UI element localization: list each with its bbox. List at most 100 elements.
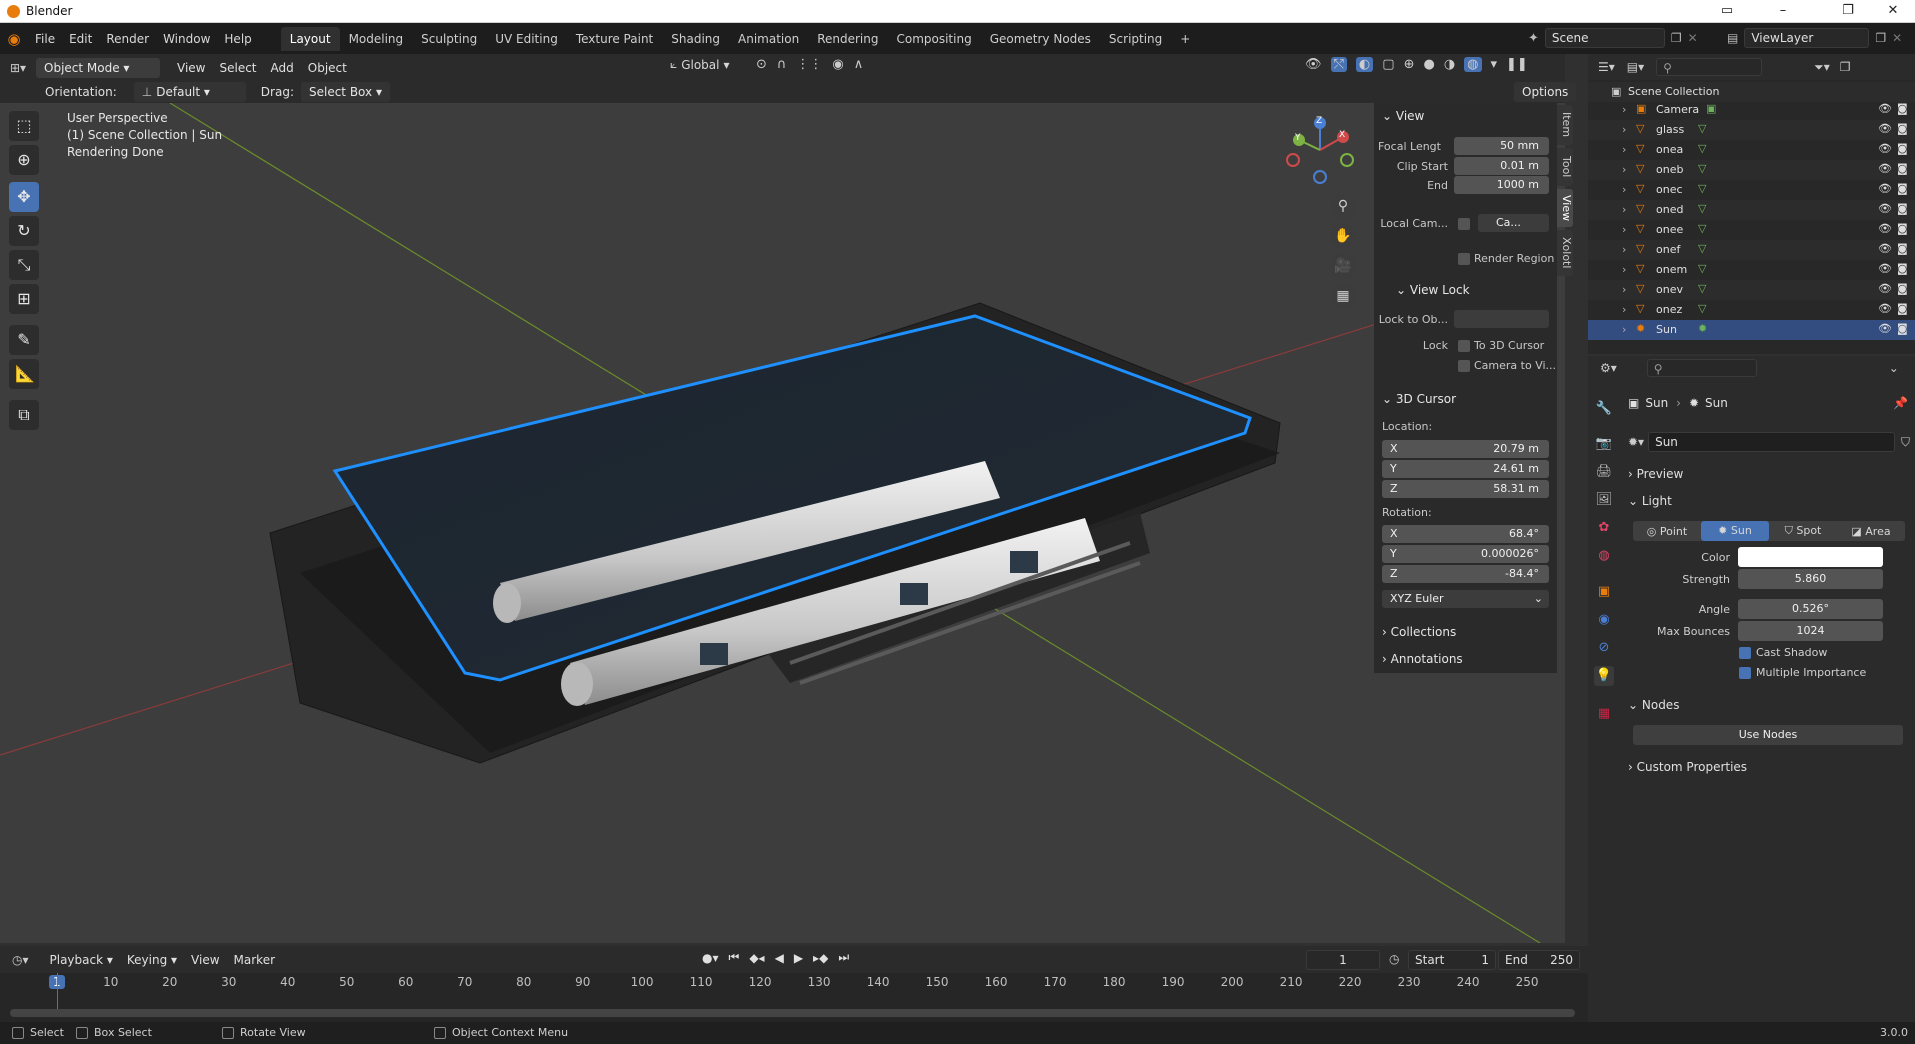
visibility-eye-icon[interactable]: 👁 <box>1878 202 1892 215</box>
render-camera-icon[interactable]: ◙ <box>1897 182 1908 195</box>
max-bounces-field[interactable]: 1024 <box>1738 621 1883 641</box>
visibility-eye-icon[interactable]: 👁 <box>1878 222 1892 235</box>
render-camera-icon[interactable]: ◙ <box>1897 202 1908 215</box>
strength-field[interactable]: 5.860 <box>1738 569 1883 589</box>
preview-range-icon[interactable]: ◷ <box>1389 952 1399 966</box>
options-button[interactable]: Options ▾ <box>1514 82 1577 119</box>
view-layer-field[interactable]: ViewLayer <box>1744 28 1870 48</box>
render-camera-icon[interactable]: ◙ <box>1897 302 1908 315</box>
expand-arrow-icon[interactable]: › <box>1622 103 1626 116</box>
tab-rendering[interactable]: Rendering <box>808 27 887 51</box>
outliner-item[interactable]: › ▽ oned ▽ 👁 ◙ <box>1588 200 1915 220</box>
focal-length-field[interactable]: 50 mm <box>1454 137 1549 155</box>
world-properties-tab-icon[interactable]: ◍ <box>1594 546 1614 566</box>
visibility-eye-icon[interactable]: 👁 <box>1878 262 1892 275</box>
tool-move[interactable]: ✥ <box>9 182 39 212</box>
camera-to-view-checkbox[interactable] <box>1458 360 1470 372</box>
expand-arrow-icon[interactable]: › <box>1622 243 1626 256</box>
visibility-eye-icon[interactable]: 👁 <box>1878 142 1892 155</box>
gizmo-toggle-icon[interactable]: ⤲ <box>1330 57 1347 72</box>
timeline-area[interactable]: 1102030405060708090100110120130140150160… <box>0 973 1588 1022</box>
cursor-location-y[interactable]: Y 24.61 m <box>1382 460 1549 478</box>
new-scene-icon[interactable]: ❐ <box>1671 31 1682 45</box>
physics-properties-tab-icon[interactable]: ◉ <box>1594 610 1614 630</box>
render-camera-icon[interactable]: ◙ <box>1897 322 1908 335</box>
falloff-icon[interactable]: ∧ <box>854 57 864 72</box>
header-menu-add[interactable]: Add <box>264 61 301 75</box>
delete-scene-icon[interactable]: ✕ <box>1688 31 1698 45</box>
current-frame-field[interactable]: 1 <box>1306 950 1380 970</box>
mesh-data-icon[interactable]: ▽ <box>1698 182 1706 195</box>
tool-scale[interactable]: ⤡ <box>9 250 39 280</box>
tool-annotate[interactable]: ✎ <box>9 325 39 355</box>
visibility-eye-icon[interactable]: 👁 <box>1878 122 1892 135</box>
tab-animation[interactable]: Animation <box>729 27 808 51</box>
angle-field[interactable]: 0.526° <box>1738 599 1883 619</box>
visibility-eye-icon[interactable]: 👁 <box>1878 322 1892 335</box>
pin-icon[interactable]: 📌 <box>1893 396 1908 410</box>
render-camera-icon[interactable]: ◙ <box>1897 162 1908 175</box>
render-region-checkbox[interactable] <box>1458 253 1470 265</box>
tab-scripting[interactable]: Scripting <box>1100 27 1171 51</box>
timeline-scrollbar[interactable] <box>10 1009 1575 1017</box>
new-view-layer-icon[interactable]: ❐ <box>1875 31 1886 45</box>
timeline-menu-marker[interactable]: Marker <box>227 953 282 967</box>
cursor-rotation-x[interactable]: X 68.4° <box>1382 525 1549 543</box>
lock-cursor-checkbox[interactable] <box>1458 340 1470 352</box>
tab-shading[interactable]: Shading <box>662 27 729 51</box>
expand-arrow-icon[interactable]: › <box>1622 163 1626 176</box>
render-camera-icon[interactable]: ◙ <box>1897 262 1908 275</box>
mesh-data-icon[interactable]: ▽ <box>1698 162 1706 175</box>
render-properties-tab-icon[interactable]: 📷 <box>1594 434 1614 454</box>
editor-type-icon[interactable]: ⊞▾ <box>0 61 36 75</box>
outliner-item[interactable]: › ▽ onea ▽ 👁 ◙ <box>1588 140 1915 160</box>
pivot-icon[interactable]: ⊙ <box>756 57 767 72</box>
navigation-gizmo[interactable]: Z X Y <box>1285 115 1355 185</box>
texture-properties-tab-icon[interactable]: ▦ <box>1594 704 1614 724</box>
color-swatch[interactable] <box>1738 547 1883 567</box>
object-properties-tab-icon[interactable]: ▣ <box>1594 582 1614 602</box>
next-keyframe-icon[interactable]: ▸◆ <box>813 951 828 965</box>
outliner-item[interactable]: › ▽ oneb ▽ 👁 ◙ <box>1588 160 1915 180</box>
prev-keyframe-icon[interactable]: ◆◂ <box>749 951 764 965</box>
constraints-properties-tab-icon[interactable]: ⊘ <box>1594 638 1614 658</box>
outliner-item[interactable]: › ▽ onef ▽ 👁 ◙ <box>1588 240 1915 260</box>
outliner-item[interactable]: › ▽ glass ▽ 👁 ◙ <box>1588 120 1915 140</box>
preview-section-header[interactable]: › Preview <box>1628 467 1683 481</box>
jump-start-icon[interactable]: ⏮ <box>729 950 740 965</box>
tab-layout[interactable]: Layout <box>280 26 340 51</box>
camera-view-icon[interactable]: 🎥 <box>1330 253 1356 279</box>
render-camera-icon[interactable]: ◙ <box>1897 122 1908 135</box>
view-lock-header[interactable]: ⌄ View Lock <box>1396 283 1470 297</box>
mesh-data-icon[interactable]: ▽ <box>1698 122 1706 135</box>
local-camera-checkbox[interactable] <box>1458 218 1470 230</box>
menu-file[interactable]: File <box>28 27 62 51</box>
scene-properties-tab-icon[interactable]: ✿ <box>1594 518 1614 538</box>
visibility-eye-icon[interactable]: 👁 <box>1878 282 1892 295</box>
render-camera-icon[interactable]: ◙ <box>1897 222 1908 235</box>
render-camera-icon[interactable]: ◙ <box>1897 282 1908 295</box>
frame-end-field[interactable]: End 250 <box>1498 950 1580 970</box>
visibility-eye-icon[interactable]: 👁 <box>1878 162 1892 175</box>
wireframe-shading-icon[interactable]: ⊕ <box>1404 57 1415 72</box>
outliner-item[interactable]: › ▽ onec ▽ 👁 ◙ <box>1588 180 1915 200</box>
custom-properties-section-header[interactable]: › Custom Properties <box>1628 760 1747 774</box>
xray-icon[interactable]: ▢ <box>1382 57 1394 72</box>
fake-user-shield-icon[interactable]: ⛉ <box>1901 435 1910 450</box>
tool-cursor[interactable]: ⊕ <box>9 145 39 175</box>
maximize-button[interactable]: ❐ <box>1826 1 1870 21</box>
header-menu-object[interactable]: Object <box>301 61 354 75</box>
play-icon[interactable]: ▶ <box>794 951 803 965</box>
expand-arrow-icon[interactable]: › <box>1622 143 1626 156</box>
pause-render-icon[interactable]: ❚❚ <box>1506 57 1528 72</box>
timeline-menu-view[interactable]: View <box>184 953 226 967</box>
clip-end-field[interactable]: 1000 m <box>1454 176 1549 194</box>
proportional-edit-icon[interactable]: ◉ <box>832 57 843 72</box>
rotation-mode-dropdown[interactable]: XYZ Euler ⌄ <box>1382 590 1549 608</box>
mesh-data-icon[interactable]: ▽ <box>1698 242 1706 255</box>
outliner-item[interactable]: › ▽ onem ▽ 👁 ◙ <box>1588 260 1915 280</box>
tab-uv-editing[interactable]: UV Editing <box>486 27 567 51</box>
tab-geometry-nodes[interactable]: Geometry Nodes <box>981 27 1100 51</box>
expand-arrow-icon[interactable]: › <box>1622 183 1626 196</box>
lock-to-object-field[interactable] <box>1454 310 1549 328</box>
